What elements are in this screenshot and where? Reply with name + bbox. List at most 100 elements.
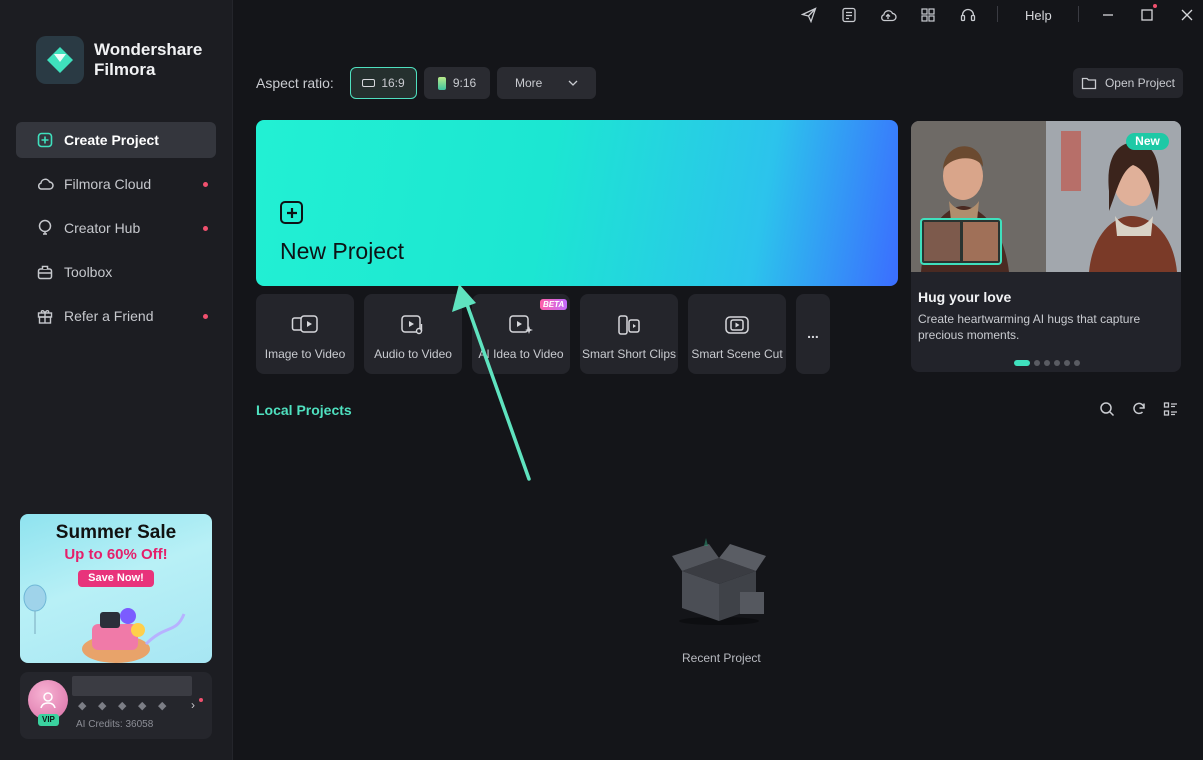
carousel-dot[interactable] xyxy=(1034,360,1040,366)
carousel-dot[interactable] xyxy=(1044,360,1050,366)
chevron-down-icon xyxy=(568,80,578,86)
list-view-icon[interactable] xyxy=(1162,400,1180,418)
plus-square-icon xyxy=(36,131,54,149)
maximize-icon[interactable] xyxy=(1138,6,1156,24)
sidebar-item-filmora-cloud[interactable]: Filmora Cloud xyxy=(16,166,216,202)
gem-icon: ◆ xyxy=(158,700,167,712)
notification-dot xyxy=(199,698,203,702)
sidebar-item-refer-a-friend[interactable]: Refer a Friend xyxy=(16,298,216,334)
portrait-ratio-icon xyxy=(437,76,446,90)
sidebar-item-label: Refer a Friend xyxy=(64,308,154,324)
user-card[interactable]: VIP ◆ ◆ ◆ ◆ ◆ › AI Credits: 36058 xyxy=(20,672,212,739)
open-project-button[interactable]: Open Project xyxy=(1073,68,1183,98)
membership-gems: ◆ ◆ ◆ ◆ ◆ xyxy=(78,700,170,712)
help-button[interactable]: Help xyxy=(1025,8,1052,23)
sidebar-item-label: Create Project xyxy=(64,132,159,148)
notification-dot xyxy=(1153,4,1157,8)
feature-carousel-card[interactable]: New Hug your love Create heartwarming AI… xyxy=(911,121,1181,372)
scene-cut-icon xyxy=(688,314,786,336)
title-bar: Help xyxy=(233,0,1203,30)
tool-smart-short-clips[interactable]: Smart Short Clips xyxy=(580,294,678,374)
landscape-ratio-icon xyxy=(362,79,376,87)
carousel-dot[interactable] xyxy=(1064,360,1070,366)
folder-icon xyxy=(1081,77,1097,90)
more-tools-button[interactable]: ... xyxy=(796,294,830,374)
carousel-indicators xyxy=(1014,360,1080,366)
aspect-more-dropdown[interactable]: More xyxy=(497,67,596,99)
open-project-label: Open Project xyxy=(1104,76,1176,90)
tool-label: AI Idea to Video xyxy=(478,347,564,361)
sidebar-item-toolbox[interactable]: Toolbox xyxy=(16,254,216,290)
notification-dot xyxy=(203,314,208,319)
brand-name: Wondershare Filmora xyxy=(94,40,202,80)
new-project-label: New Project xyxy=(280,238,404,264)
balloon-illustration xyxy=(23,584,47,634)
sidebar-nav: Create Project Filmora Cloud Creator Hub… xyxy=(16,122,216,342)
tool-audio-to-video[interactable]: Audio to Video xyxy=(364,294,462,374)
plus-square-icon xyxy=(280,201,303,224)
promo-subtitle: Up to 60% Off! xyxy=(64,546,168,563)
filmora-logo-icon xyxy=(36,36,84,84)
aspect-option-label: 9:16 xyxy=(452,76,477,90)
carousel-dot[interactable] xyxy=(1014,360,1030,366)
apps-grid-icon[interactable] xyxy=(919,6,937,24)
vip-badge: VIP xyxy=(38,714,59,726)
empty-box-icon xyxy=(672,538,766,625)
notification-dot xyxy=(203,182,208,187)
headset-icon[interactable] xyxy=(959,6,977,24)
local-projects-title: Local Projects xyxy=(256,402,352,418)
notification-dot xyxy=(203,226,208,231)
divider xyxy=(997,6,998,22)
feature-image: New xyxy=(911,121,1181,272)
search-icon[interactable] xyxy=(1098,400,1116,418)
gem-icon: ◆ xyxy=(78,700,87,712)
cloud-icon xyxy=(36,175,54,193)
bulb-icon xyxy=(36,219,54,237)
image-to-video-icon xyxy=(256,314,354,336)
cloud-upload-icon[interactable] xyxy=(879,6,897,24)
sidebar-item-creator-hub[interactable]: Creator Hub xyxy=(16,210,216,246)
toolbox-icon xyxy=(36,263,54,281)
sidebar-item-label: Filmora Cloud xyxy=(64,176,152,192)
brand-line-2: Filmora xyxy=(94,60,156,79)
gift-basket-illustration xyxy=(82,608,186,663)
chevron-right-icon[interactable]: › xyxy=(191,698,195,712)
promo-banner[interactable]: Summer Sale Up to 60% Off! Save Now! xyxy=(20,514,212,663)
gem-icon: ◆ xyxy=(138,700,147,712)
tool-label: Audio to Video xyxy=(374,347,452,361)
feature-title: Hug your love xyxy=(918,289,1012,305)
minimize-icon[interactable] xyxy=(1099,6,1117,24)
divider xyxy=(1078,6,1079,22)
task-list-icon[interactable] xyxy=(840,6,858,24)
tool-label: Smart Scene Cut xyxy=(691,347,783,361)
carousel-dot[interactable] xyxy=(1054,360,1060,366)
brand-line-1: Wondershare xyxy=(94,40,203,59)
ai-credits: AI Credits: 36058 xyxy=(76,719,154,730)
tool-smart-scene-cut[interactable]: Smart Scene Cut xyxy=(688,294,786,374)
tool-image-to-video[interactable]: Image to Video xyxy=(256,294,354,374)
new-badge: New xyxy=(1126,133,1169,150)
sidebar-item-create-project[interactable]: Create Project xyxy=(16,122,216,158)
aspect-16-9-button[interactable]: 16:9 xyxy=(350,67,417,99)
new-project-card[interactable]: New Project xyxy=(256,120,898,286)
aspect-9-16-button[interactable]: 9:16 xyxy=(424,67,490,99)
sidebar: Wondershare Filmora Create Project Filmo… xyxy=(0,0,233,760)
refresh-icon[interactable] xyxy=(1130,400,1148,418)
ai-idea-video-icon xyxy=(472,314,570,336)
username-redacted xyxy=(72,676,192,696)
gem-icon: ◆ xyxy=(98,700,107,712)
gift-icon xyxy=(36,307,54,325)
tool-label: Smart Short Clips xyxy=(581,347,677,361)
feature-description: Create heartwarming AI hugs that capture… xyxy=(918,312,1141,342)
carousel-dot[interactable] xyxy=(1074,360,1080,366)
promo-title: Summer Sale xyxy=(55,522,177,543)
aspect-option-label: 16:9 xyxy=(381,76,405,90)
send-icon[interactable] xyxy=(800,6,818,24)
close-icon[interactable] xyxy=(1178,6,1196,24)
sidebar-item-label: Toolbox xyxy=(64,264,113,280)
beta-badge: BETA xyxy=(540,299,568,310)
more-label: More xyxy=(515,76,543,90)
brand: Wondershare Filmora xyxy=(36,36,202,84)
empty-state-label: Recent Project xyxy=(682,651,761,665)
save-now-button[interactable]: Save Now! xyxy=(78,570,154,587)
